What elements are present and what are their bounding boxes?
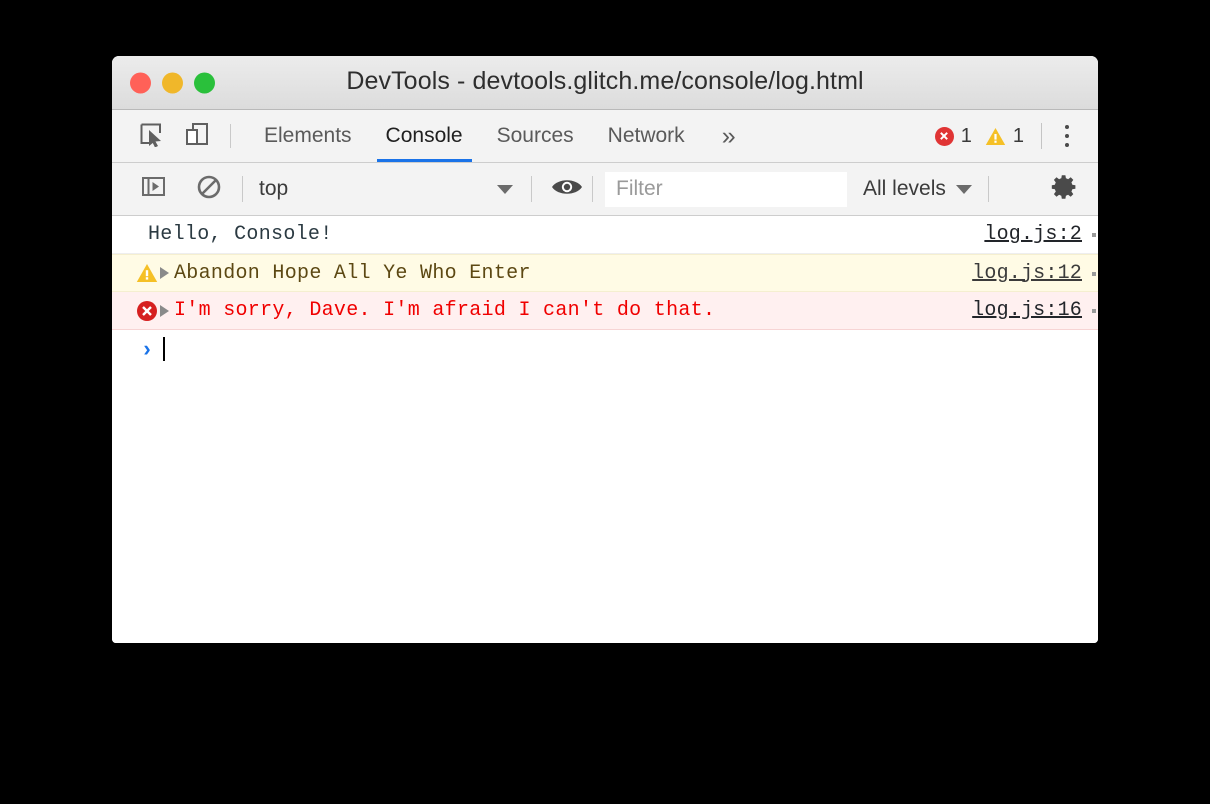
tab-sources[interactable]: Sources <box>480 110 591 162</box>
filter-input[interactable] <box>605 171 847 207</box>
toolbar-divider <box>592 176 593 202</box>
error-counter[interactable]: 1 <box>934 124 972 148</box>
clear-console-icon <box>196 174 222 205</box>
console-message-text: I'm sorry, Dave. I'm afraid I can't do t… <box>174 299 716 322</box>
javascript-context-selector[interactable]: top <box>253 177 521 201</box>
console-message-source-link[interactable]: log.js:16 <box>972 299 1082 322</box>
console-toolbar: top All levels <box>112 163 1098 216</box>
warning-count-label: 1 <box>1012 124 1024 147</box>
console-sidebar-toggle-button[interactable] <box>130 174 176 204</box>
devtools-window: DevTools - devtools.glitch.me/console/lo… <box>112 56 1098 643</box>
scroll-marker <box>1092 233 1096 237</box>
close-window-button[interactable] <box>130 72 151 93</box>
chevron-down-icon <box>497 184 513 194</box>
tab-network-label: Network <box>607 124 685 147</box>
toolbar-right-group: 1 1 <box>934 110 1098 162</box>
main-menu-button[interactable] <box>1046 123 1088 150</box>
console-settings-button[interactable] <box>1044 172 1084 207</box>
javascript-context-value: top <box>259 177 289 200</box>
error-count-label: 1 <box>960 124 972 147</box>
maximize-window-button[interactable] <box>194 72 215 93</box>
console-message-text: Hello, Console! <box>148 223 333 246</box>
gear-icon <box>1049 172 1079 207</box>
console-message-source-link[interactable]: log.js:2 <box>984 223 1082 246</box>
inspect-element-button[interactable] <box>128 110 174 162</box>
log-level-selector[interactable]: All levels <box>863 177 972 201</box>
console-message-log[interactable]: Hello, Console! log.js:2 <box>112 216 1098 254</box>
console-message-source-link[interactable]: log.js:12 <box>972 262 1082 285</box>
title-bar: DevTools - devtools.glitch.me/console/lo… <box>112 56 1098 110</box>
toolbar-divider <box>987 176 989 202</box>
console-prompt[interactable]: › <box>112 330 1098 368</box>
console-message-error[interactable]: I'm sorry, Dave. I'm afraid I can't do t… <box>112 292 1098 330</box>
prompt-arrow-icon: › <box>143 336 151 361</box>
tab-elements[interactable]: Elements <box>247 110 369 162</box>
window-title: DevTools - devtools.glitch.me/console/lo… <box>346 67 864 95</box>
device-toolbar-button[interactable] <box>174 110 220 162</box>
more-tabs-icon: » <box>721 121 736 150</box>
more-tabs-button[interactable]: » <box>708 110 750 162</box>
toolbar-divider <box>230 124 231 148</box>
window-controls <box>130 72 215 93</box>
minimize-window-button[interactable] <box>162 72 183 93</box>
warning-triangle-icon <box>134 263 160 283</box>
device-toolbar-icon <box>184 121 210 152</box>
panel-tabs: Elements Console Sources Network » <box>247 110 750 162</box>
tab-sources-label: Sources <box>496 124 574 147</box>
error-circle-icon <box>934 126 954 146</box>
log-level-value: All levels <box>863 177 946 200</box>
expand-arrow-icon[interactable] <box>160 304 169 317</box>
expand-arrow-icon[interactable] <box>160 267 169 279</box>
tab-elements-label: Elements <box>264 124 352 147</box>
scroll-marker <box>1092 309 1096 313</box>
clear-console-button[interactable] <box>186 174 232 205</box>
create-live-expression-button[interactable] <box>542 177 592 202</box>
tab-console-label: Console <box>385 124 463 147</box>
error-circle-icon <box>134 300 160 322</box>
inspect-element-icon <box>138 121 164 152</box>
console-message-text: Abandon Hope All Ye Who Enter <box>174 261 531 285</box>
toolbar-divider <box>1041 123 1042 149</box>
main-toolbar: Elements Console Sources Network » 1 1 <box>112 110 1098 163</box>
chevron-down-icon <box>955 184 972 194</box>
tab-network[interactable]: Network <box>591 110 702 162</box>
text-cursor <box>163 337 165 361</box>
console-message-list[interactable]: Hello, Console! log.js:2 Abandon Hope Al… <box>112 216 1098 643</box>
toolbar-divider <box>242 176 243 202</box>
warning-triangle-icon <box>985 127 1006 146</box>
console-sidebar-toggle-icon <box>141 174 166 204</box>
kebab-menu-icon <box>1065 123 1069 150</box>
eye-icon <box>551 177 583 202</box>
toolbar-divider <box>531 176 532 202</box>
scroll-marker <box>1092 272 1096 276</box>
warning-counter[interactable]: 1 <box>985 125 1024 148</box>
tab-console[interactable]: Console <box>369 110 480 162</box>
console-message-warning[interactable]: Abandon Hope All Ye Who Enter log.js:12 <box>112 254 1098 292</box>
